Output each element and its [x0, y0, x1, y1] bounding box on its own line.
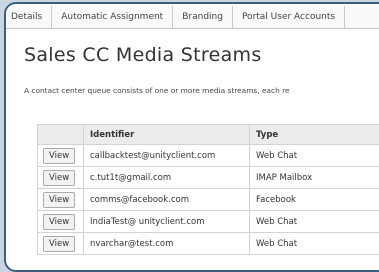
identifier-cell: IndiaTest@ unityclient.com	[84, 211, 250, 233]
window-frame: Details Automatic Assignment Branding Po…	[4, 2, 379, 272]
type-cell: Web Chat	[250, 211, 379, 233]
table-row: View nvarchar@test.com Web Chat	[38, 233, 379, 255]
tab-branding[interactable]: Branding	[173, 6, 233, 28]
type-cell: IMAP Mailbox	[250, 167, 379, 189]
type-cell: Web Chat	[250, 233, 379, 255]
header-identifier[interactable]: Identifier	[84, 125, 250, 145]
row-actions: View	[38, 233, 84, 255]
page-title: Sales CC Media Streams	[24, 44, 262, 66]
page-description: A contact center queue consists of one o…	[24, 86, 290, 95]
tab-automatic-assignment[interactable]: Automatic Assignment	[52, 6, 173, 28]
identifier-cell: c.tut1t@gmail.com	[84, 167, 250, 189]
type-cell: Web Chat	[250, 145, 379, 167]
table-row: View comms@facebook.com Facebook	[38, 189, 379, 211]
view-button[interactable]: View	[43, 236, 75, 252]
view-button[interactable]: View	[43, 192, 75, 208]
table-row: View IndiaTest@ unityclient.com Web Chat	[38, 211, 379, 233]
identifier-cell: nvarchar@test.com	[84, 233, 250, 255]
media-streams-table: Identifier Type View callbacktest@unityc…	[37, 124, 379, 255]
header-type[interactable]: Type	[250, 125, 379, 145]
tab-details[interactable]: Details	[4, 6, 52, 28]
row-actions: View	[38, 189, 84, 211]
header-actions	[38, 125, 84, 145]
row-actions: View	[38, 167, 84, 189]
table-row: View callbacktest@unityclient.com Web Ch…	[38, 145, 379, 167]
identifier-cell: callbacktest@unityclient.com	[84, 145, 250, 167]
view-button[interactable]: View	[43, 148, 75, 164]
table-row: View c.tut1t@gmail.com IMAP Mailbox	[38, 167, 379, 189]
view-button[interactable]: View	[43, 170, 75, 186]
tab-bar: Details Automatic Assignment Branding Po…	[4, 6, 379, 29]
tab-portal-user-accounts[interactable]: Portal User Accounts	[233, 6, 345, 28]
row-actions: View	[38, 211, 84, 233]
table-header-row: Identifier Type	[38, 125, 379, 145]
identifier-cell: comms@facebook.com	[84, 189, 250, 211]
view-button[interactable]: View	[43, 214, 75, 230]
type-cell: Facebook	[250, 189, 379, 211]
row-actions: View	[38, 145, 84, 167]
